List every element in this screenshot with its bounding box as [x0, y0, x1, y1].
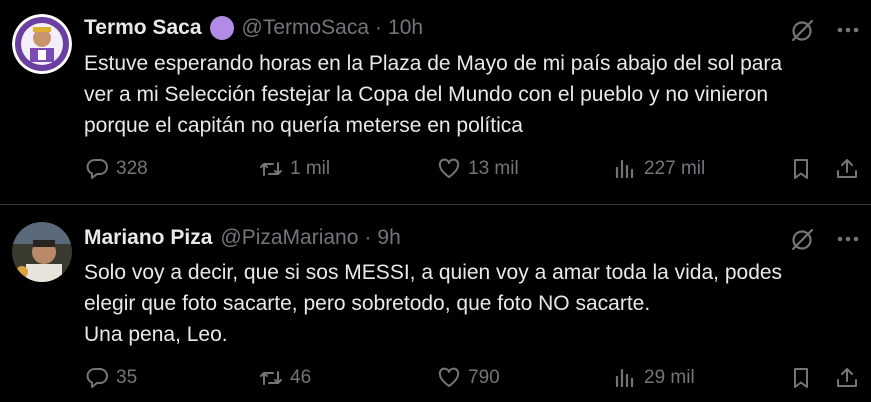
share-icon [834, 365, 860, 391]
share-button[interactable] [834, 156, 860, 182]
reply-button[interactable]: 328 [84, 156, 148, 182]
like-button[interactable]: 13 mil [436, 156, 519, 182]
retweet-button[interactable]: 1 mil [258, 156, 330, 182]
like-button[interactable]: 790 [436, 365, 500, 391]
more-options-icon[interactable] [837, 27, 859, 33]
tweet-text-line: ver a mi Selección festejar la Copa del … [84, 83, 769, 106]
bookmark-button[interactable] [788, 365, 814, 391]
display-name[interactable]: Mariano Piza [84, 226, 212, 250]
bookmark-icon [788, 365, 814, 391]
reply-count: 35 [116, 367, 138, 388]
grok-icon[interactable] [789, 226, 815, 252]
tweet-actions: 328 1 mil 13 mil 227 mil [84, 156, 861, 188]
user-handle[interactable]: @PizaMariano [220, 226, 358, 250]
retweet-button[interactable]: 46 [258, 365, 311, 391]
like-count: 13 mil [468, 158, 519, 179]
bookmark-button[interactable] [788, 156, 814, 182]
user-handle[interactable]: @TermoSaca [242, 16, 370, 40]
tweet-text-line: elegir que foto sacarte, pero sobretodo,… [84, 292, 651, 315]
like-count: 790 [468, 367, 500, 388]
retweet-icon [258, 365, 284, 391]
retweet-count: 1 mil [290, 158, 331, 179]
tweet-header: Termo Saca @TermoSaca · 10h [84, 16, 423, 40]
views-count: 29 mil [644, 367, 695, 388]
tweet-text: Estuve esperando horas en la Plaza de Ma… [84, 48, 782, 141]
heart-icon [436, 156, 462, 182]
reply-icon [84, 156, 110, 182]
bar-chart-icon [612, 156, 638, 182]
tweet-text-line: porque el capitán no quería meterse en p… [84, 114, 523, 137]
bar-chart-icon [612, 365, 638, 391]
grok-icon[interactable] [789, 17, 815, 43]
affiliate-badge-icon [209, 16, 234, 40]
tweet-text: Solo voy a decir, que si sos MESSI, a qu… [84, 257, 782, 350]
bookmark-icon [788, 156, 814, 182]
views-count: 227 mil [644, 158, 706, 179]
separator-dot: · [375, 16, 383, 39]
tweet-top-actions [789, 17, 859, 43]
tweet-text-line: Estuve esperando horas en la Plaza de Ma… [84, 52, 783, 75]
display-name[interactable]: Termo Saca [84, 16, 202, 40]
share-icon [834, 156, 860, 182]
reply-icon [84, 365, 110, 391]
tweet-text-line: Solo voy a decir, que si sos MESSI, a qu… [84, 261, 783, 284]
timestamp[interactable]: 10h [388, 16, 423, 40]
timestamp[interactable]: 9h [377, 226, 400, 250]
more-options-icon[interactable] [837, 236, 859, 242]
tweet-text-line: Una pena, Leo. [84, 323, 228, 346]
avatar[interactable] [12, 222, 72, 282]
heart-icon [436, 365, 462, 391]
retweet-icon [258, 156, 284, 182]
views-button[interactable]: 29 mil [612, 365, 695, 391]
tweet-top-actions [789, 226, 859, 252]
avatar[interactable] [12, 14, 72, 74]
tweet-header: Mariano Piza @PizaMariano · 9h [84, 226, 401, 250]
views-button[interactable]: 227 mil [612, 156, 705, 182]
tweet-actions: 35 46 790 29 mil [84, 365, 861, 397]
retweet-count: 46 [290, 367, 312, 388]
share-button[interactable] [834, 365, 860, 391]
separator-dot: · [364, 226, 372, 249]
tweet[interactable]: Termo Saca @TermoSaca · 10h Estuve esper… [0, 0, 871, 205]
reply-button[interactable]: 35 [84, 365, 137, 391]
reply-count: 328 [116, 158, 148, 179]
